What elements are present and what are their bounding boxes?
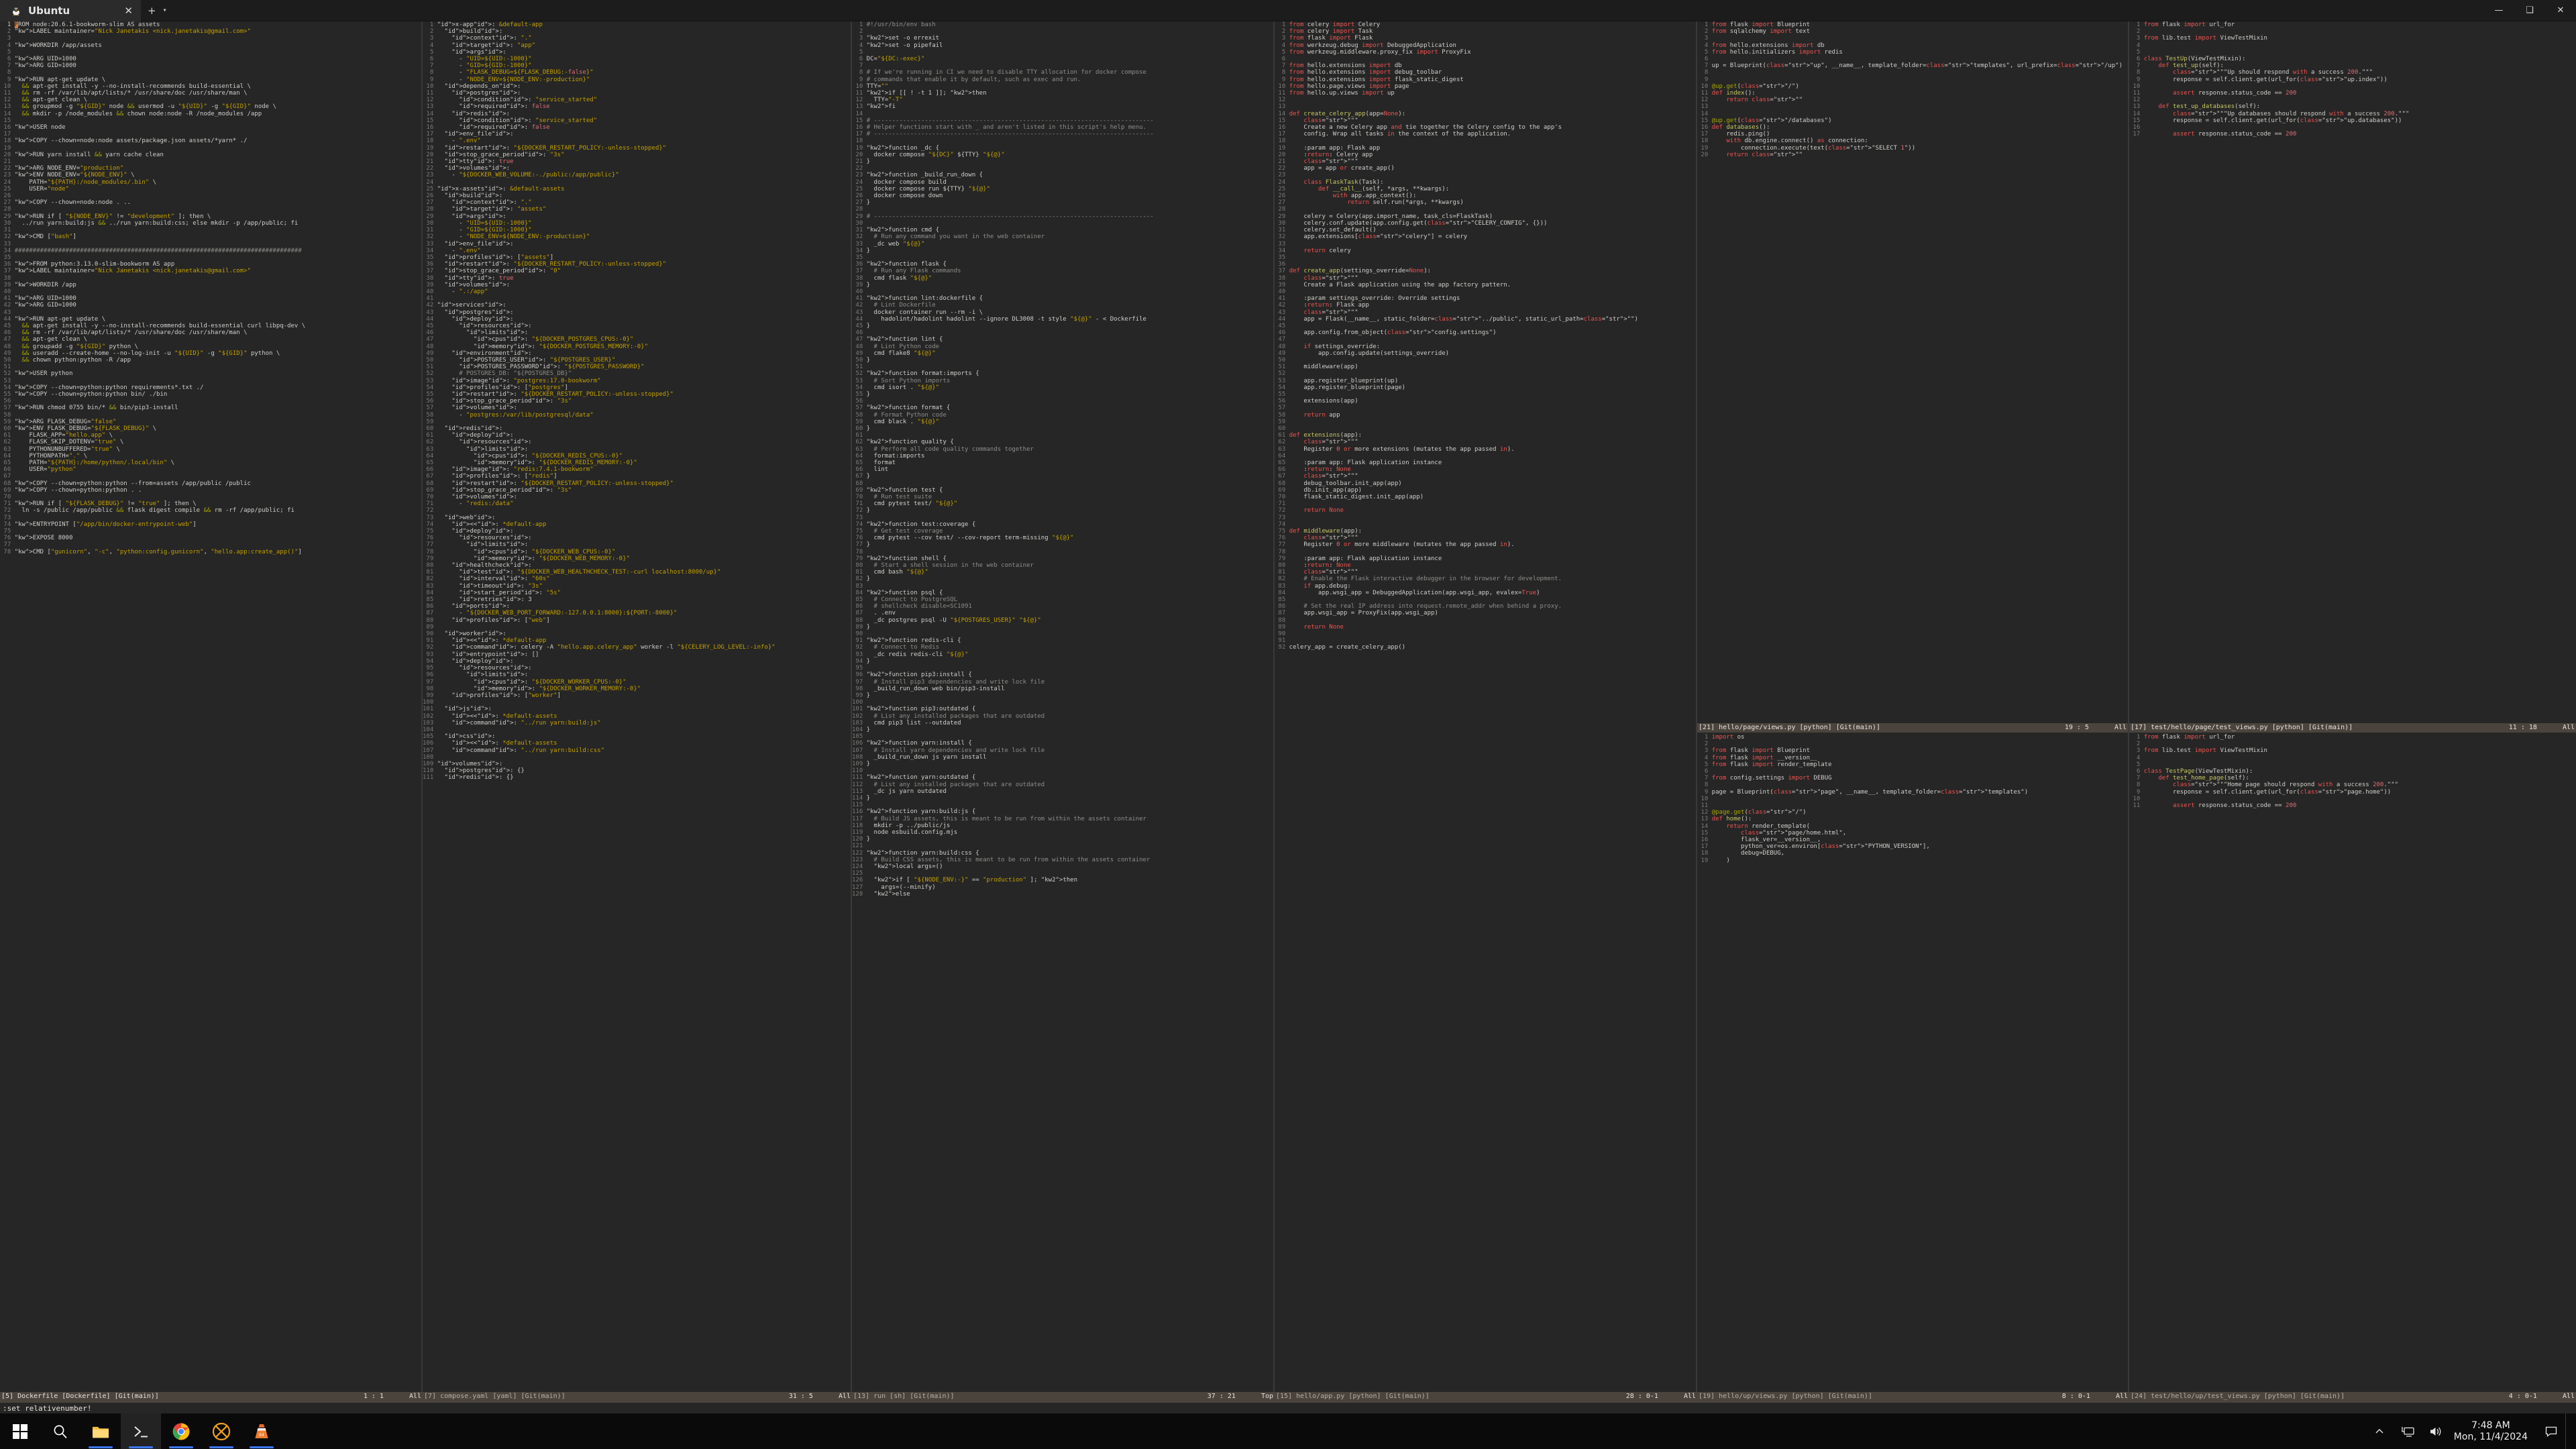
- pane-test-views-column[interactable]: 1 from flask import url_for 2 3 from lib…: [2129, 21, 2576, 1392]
- statusline-scroll: All: [409, 1393, 421, 1400]
- code-page-views[interactable]: 1 import os 2 3 from flask import Bluepr…: [1697, 733, 2128, 864]
- statusline-scroll: All: [2562, 1393, 2575, 1400]
- start-button[interactable]: [0, 1413, 40, 1449]
- statusline-file: [17] test/hello/page/test_views.py [pyth…: [2131, 724, 2353, 731]
- statusline-position: 4 : 0-1: [2508, 1393, 2537, 1400]
- statusline-file: [5] Dockerfile [Dockerfile] [Git(main)]: [1, 1393, 159, 1400]
- code-page-test-views[interactable]: 1 from flask import url_for 2 3 from lib…: [2129, 733, 2576, 809]
- taskbar-running-indicator: [89, 1446, 113, 1448]
- terminal-surface[interactable]: 1 FROM node:20.6.1-bookworm-slim AS asse…: [0, 21, 2576, 1435]
- statusline-page-views[interactable]: [21] hello/page/views.py [python] [Git(m…: [1697, 723, 2128, 733]
- terminal-window: Ubuntu ✕ + ▾ — ❑ ✕ 1 FROM node:20.6.1-bo…: [0, 0, 2576, 1435]
- statusline-dockerfile[interactable]: [5] Dockerfile [Dockerfile] [Git(main)] …: [0, 1392, 423, 1401]
- statusline-file: [21] hello/page/views.py [python] [Git(m…: [1699, 724, 1880, 731]
- speech-bubble-icon[interactable]: [2537, 1413, 2565, 1449]
- statusline-up-views[interactable]: [19] hello/up/views.py [python] [Git(mai…: [1697, 1392, 2129, 1401]
- statusline-position: 19 : 5: [2064, 724, 2089, 731]
- statusline-scroll: All: [2115, 1393, 2128, 1400]
- statusline-page-test-views[interactable]: [17] test/hello/page/test_views.py [pyth…: [2129, 723, 2576, 733]
- svg-text:64: 64: [259, 1433, 264, 1438]
- pane-app-py[interactable]: 1 from celery import Celery 2 from celer…: [1275, 21, 1696, 1392]
- x-app-button[interactable]: [201, 1413, 241, 1449]
- statusline-position: 37 : 21: [1207, 1393, 1236, 1400]
- monitor-network-icon[interactable]: [2394, 1413, 2422, 1449]
- statusline-file: [24] test/hello/up/test_views.py [python…: [2131, 1393, 2345, 1400]
- search-button[interactable]: [40, 1413, 80, 1449]
- speaker-icon[interactable]: [2422, 1413, 2450, 1449]
- statusline-up-test-views[interactable]: [24] test/hello/up/test_views.py [python…: [2129, 1392, 2576, 1401]
- minimize-button[interactable]: —: [2483, 0, 2514, 21]
- vim-pane-row: 1 FROM node:20.6.1-bookworm-slim AS asse…: [0, 21, 2576, 1392]
- pane-dockerfile[interactable]: 1 FROM node:20.6.1-bookworm-slim AS asse…: [0, 21, 421, 1392]
- close-button[interactable]: ✕: [2545, 0, 2576, 21]
- taskbar-clock[interactable]: 7:48 AM Mon, 11/4/2024: [2450, 1420, 2537, 1443]
- statusline-file: [13] run [sh] [Git(main)]: [853, 1393, 955, 1400]
- statusline-position: 28 : 0-1: [1625, 1393, 1658, 1400]
- statusline-scroll: All: [2114, 724, 2127, 731]
- inner-split-page-test-views: [17] test/hello/page/test_views.py [pyth…: [2129, 723, 2576, 809]
- statusline-file: [15] hello/app.py [python] [Git(main)]: [1276, 1393, 1430, 1400]
- statusline-file: [7] compose.yaml [yaml] [Git(main)]: [424, 1393, 566, 1400]
- tab-close-icon[interactable]: ✕: [104, 5, 133, 17]
- statusline-scroll: All: [1683, 1393, 1696, 1400]
- statusline-scroll: All: [838, 1393, 851, 1400]
- vlc-button[interactable]: 64: [241, 1413, 282, 1449]
- statusline-app-py[interactable]: [15] hello/app.py [python] [Git(main)] 2…: [1275, 1392, 1697, 1401]
- taskbar-running-indicator: [169, 1446, 193, 1448]
- vim-statusline-row: [5] Dockerfile [Dockerfile] [Git(main)] …: [0, 1392, 2576, 1403]
- terminal-button[interactable]: [121, 1413, 161, 1449]
- chrome-button[interactable]: [161, 1413, 201, 1449]
- statusline-position: 1 : 1: [363, 1393, 384, 1400]
- taskbar-running-indicator: [250, 1446, 274, 1448]
- pane-compose[interactable]: 1 "id">x-app"id">: &default-app 2 "id">b…: [423, 21, 851, 1392]
- statusline-position: 31 : 5: [788, 1393, 813, 1400]
- maximize-button[interactable]: ❑: [2514, 0, 2545, 21]
- inner-split-page-views: [21] hello/page/views.py [python] [Git(m…: [1697, 723, 2128, 864]
- window-tab-title: Ubuntu: [28, 4, 70, 17]
- pane-run[interactable]: 1 #!/usr/bin/env bash 2 3 "kw2">set -o e…: [852, 21, 1273, 1392]
- taskbar-running-indicator: [209, 1446, 233, 1448]
- clock-date: Mon, 11/4/2024: [2453, 1431, 2528, 1442]
- chevron-up-icon[interactable]: [2365, 1413, 2394, 1449]
- code-up-test-views[interactable]: 1 from flask import url_for 2 3 from lib…: [2129, 21, 2576, 138]
- new-tab-button[interactable]: +: [141, 5, 163, 17]
- clock-time: 7:48 AM: [2471, 1419, 2510, 1431]
- code-dockerfile[interactable]: 1 FROM node:20.6.1-bookworm-slim AS asse…: [0, 21, 421, 555]
- show-desktop-button[interactable]: [2565, 1413, 2572, 1449]
- statusline-file: [19] hello/up/views.py [python] [Git(mai…: [1699, 1393, 1872, 1400]
- code-compose[interactable]: 1 "id">x-app"id">: &default-app 2 "id">b…: [423, 21, 851, 782]
- taskbar-running-indicator: [129, 1446, 153, 1448]
- statusline-scroll: Top: [1260, 1393, 1273, 1400]
- statusline-scroll: All: [2562, 724, 2575, 731]
- statusline-compose[interactable]: [7] compose.yaml [yaml] [Git(main)] 31 :…: [423, 1392, 852, 1401]
- statusline-run[interactable]: [13] run [sh] [Git(main)] 37 : 21 Top: [852, 1392, 1275, 1401]
- system-tray: 7:48 AM Mon, 11/4/2024: [2365, 1413, 2576, 1449]
- title-bar: Ubuntu ✕ + ▾ — ❑ ✕: [0, 0, 2576, 21]
- statusline-position: 8 : 0-1: [2061, 1393, 2090, 1400]
- code-up-views-top[interactable]: 1 from flask import Blueprint 2 from sql…: [1697, 21, 2128, 158]
- code-run[interactable]: 1 #!/usr/bin/env bash 2 3 "kw2">set -o e…: [852, 21, 1273, 898]
- chevron-down-icon[interactable]: ▾: [163, 7, 174, 14]
- window-tab-ubuntu[interactable]: Ubuntu ✕: [0, 0, 141, 21]
- statusline-position: 11 : 18: [2508, 724, 2537, 731]
- pane-up-views-column[interactable]: 1 from flask import Blueprint 2 from sql…: [1697, 21, 2128, 1392]
- tux-icon: [11, 5, 21, 16]
- file-explorer-button[interactable]: [80, 1413, 121, 1449]
- windows-taskbar: 64 7:48 AM Mon, 11/4/2024: [0, 1413, 2576, 1449]
- code-app-py[interactable]: 1 from celery import Celery 2 from celer…: [1275, 21, 1696, 651]
